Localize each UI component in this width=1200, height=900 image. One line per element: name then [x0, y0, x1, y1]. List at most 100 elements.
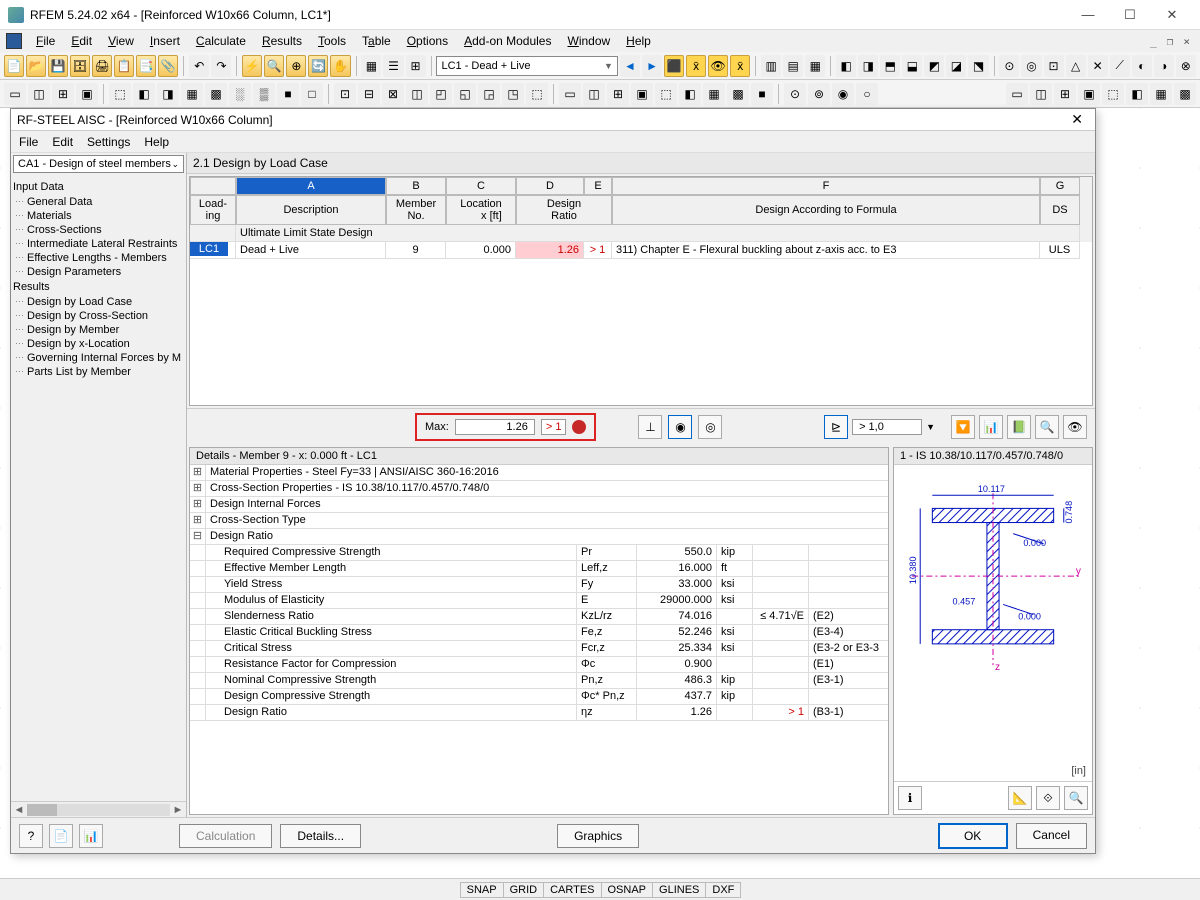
status-osnap[interactable]: OSNAP	[601, 882, 654, 898]
info-button[interactable]: ℹ	[898, 786, 922, 810]
dlg-menu-edit[interactable]: Edit	[52, 135, 73, 149]
section-btn-2[interactable]: ⟐	[1036, 786, 1060, 810]
status-grid[interactable]: GRID	[503, 882, 545, 898]
tb-list-icon[interactable]: ☰	[383, 55, 403, 77]
tree-item[interactable]: Effective Lengths - Members	[13, 251, 184, 265]
tb-b9-icon[interactable]: ⊗	[1176, 55, 1196, 77]
details-group[interactable]: ⊞Cross-Section Type	[190, 513, 888, 529]
tb-m1-icon[interactable]: ▥	[761, 55, 781, 77]
scroll-right-icon[interactable]: ►	[170, 804, 186, 816]
tb-a1-icon[interactable]: ◧	[836, 55, 856, 77]
filter-icon[interactable]: ⊵	[824, 415, 848, 439]
details-row[interactable]: Modulus of ElasticityE29000.000ksi	[190, 593, 888, 609]
tree-item[interactable]: Design by Load Case	[13, 295, 184, 309]
tb-a6-icon[interactable]: ◪	[946, 55, 966, 77]
details-row[interactable]: Design Compressive StrengthΦc* Pn,z437.7…	[190, 689, 888, 705]
tb-copy-icon[interactable]: 📑	[136, 55, 156, 77]
dialog-close-icon[interactable]: ✕	[1065, 111, 1089, 128]
tree-input-header[interactable]: Input Data	[13, 179, 184, 195]
tb2-p-icon[interactable]: ⊠	[382, 83, 404, 105]
tb-print-icon[interactable]: 🖨	[92, 55, 112, 77]
tb2-g-icon[interactable]: ◨	[157, 83, 179, 105]
tb2-q-icon[interactable]: ◫	[406, 83, 428, 105]
tb2-n-icon[interactable]: ⊡	[334, 83, 356, 105]
mdi-minimize[interactable]: _	[1146, 35, 1161, 48]
tb2-w-icon[interactable]: ▭	[559, 83, 581, 105]
tb2-j-icon[interactable]: ░	[229, 83, 251, 105]
tb2-ag-icon[interactable]: ⊚	[808, 83, 830, 105]
tb-a7-icon[interactable]: ⬔	[968, 55, 988, 77]
tb2-r2-icon[interactable]: ◫	[1030, 83, 1052, 105]
details-row[interactable]: Design Ratioηz1.26> 1(B3-1)	[190, 705, 888, 721]
menu-results[interactable]: Results	[256, 32, 308, 50]
col-c-header[interactable]: C	[446, 177, 516, 195]
tree-item[interactable]: General Data	[13, 195, 184, 209]
tb-b6-icon[interactable]: ⟋	[1110, 55, 1130, 77]
cancel-button[interactable]: Cancel	[1016, 823, 1087, 849]
tb2-r8-icon[interactable]: ▩	[1174, 83, 1196, 105]
details-row[interactable]: Resistance Factor for CompressionΦc0.900…	[190, 657, 888, 673]
tb2-ab-icon[interactable]: ◧	[679, 83, 701, 105]
tb-b7-icon[interactable]: ◐	[1132, 55, 1152, 77]
tb-res2-icon[interactable]: x̄	[686, 55, 706, 77]
tree-item[interactable]: Intermediate Lateral Restraints	[13, 237, 184, 251]
export-button[interactable]: 📄	[49, 824, 73, 848]
graphics-button[interactable]: Graphics	[557, 824, 639, 848]
tree-item[interactable]: Parts List by Member	[13, 365, 184, 379]
tb-a4-icon[interactable]: ⬓	[902, 55, 922, 77]
tb-res3-icon[interactable]: 👁	[708, 55, 728, 77]
tb-b8-icon[interactable]: ◑	[1154, 55, 1174, 77]
tb-b2-icon[interactable]: ◎	[1021, 55, 1041, 77]
filter-btn-3[interactable]: 📗	[1007, 415, 1031, 439]
menu-tools[interactable]: Tools	[312, 32, 352, 50]
status-snap[interactable]: SNAP	[460, 882, 504, 898]
case-combo[interactable]: CA1 - Design of steel members ⌄	[13, 155, 184, 173]
filter-btn-5[interactable]: 👁	[1063, 415, 1087, 439]
menu-edit[interactable]: Edit	[65, 32, 98, 50]
tb-zoomall-icon[interactable]: ⊕	[286, 55, 306, 77]
tb2-b-icon[interactable]: ◫	[28, 83, 50, 105]
tb-open-icon[interactable]: 📂	[26, 55, 46, 77]
tb-a5-icon[interactable]: ◩	[924, 55, 944, 77]
details-row[interactable]: Elastic Critical Buckling StressFe,z52.2…	[190, 625, 888, 641]
tree-results-header[interactable]: Results	[13, 279, 184, 295]
tool-btn-2[interactable]: ◉	[668, 415, 692, 439]
status-cartes[interactable]: CARTES	[543, 882, 601, 898]
tree-item[interactable]: Cross-Sections	[13, 223, 184, 237]
expand-icon[interactable]: ⊞	[190, 497, 206, 512]
tb-a3-icon[interactable]: ⬒	[880, 55, 900, 77]
tb-b3-icon[interactable]: ⊡	[1044, 55, 1064, 77]
col-e-header[interactable]: E	[584, 177, 612, 195]
tb-redo-icon[interactable]: ↷	[211, 55, 231, 77]
menu-addon[interactable]: Add-on Modules	[458, 32, 557, 50]
tb-new-icon[interactable]: 📄	[4, 55, 24, 77]
tb2-i-icon[interactable]: ▩	[205, 83, 227, 105]
filter-btn-2[interactable]: 📊	[979, 415, 1003, 439]
mdi-sys-icon[interactable]	[6, 33, 22, 49]
col-d-header[interactable]: D	[516, 177, 584, 195]
tb-prev-icon[interactable]: ◄	[620, 55, 640, 77]
tb2-v-icon[interactable]: ⬚	[526, 83, 548, 105]
tb2-r4-icon[interactable]: ▣	[1078, 83, 1100, 105]
tb-table-icon[interactable]: ▦	[361, 55, 381, 77]
tb2-d-icon[interactable]: ▣	[76, 83, 98, 105]
tb-zoom-icon[interactable]: 🔍	[264, 55, 284, 77]
ok-button[interactable]: OK	[938, 823, 1008, 849]
tb2-o-icon[interactable]: ⊟	[358, 83, 380, 105]
col-g-header[interactable]: G	[1040, 177, 1080, 195]
menu-view[interactable]: View	[102, 32, 140, 50]
tb-m3-icon[interactable]: ▦	[805, 55, 825, 77]
window-close-button[interactable]: ✕	[1152, 1, 1192, 29]
tb2-h-icon[interactable]: ▦	[181, 83, 203, 105]
expand-icon[interactable]: ⊞	[190, 481, 206, 496]
tb2-r7-icon[interactable]: ▦	[1150, 83, 1172, 105]
menu-insert[interactable]: Insert	[144, 32, 186, 50]
tb-a2-icon[interactable]: ◨	[858, 55, 878, 77]
tree-item[interactable]: Materials	[13, 209, 184, 223]
loadcase-combo[interactable]: LC1 - Dead + Live ▼	[436, 56, 617, 76]
maximize-button[interactable]: ☐	[1110, 1, 1150, 29]
tb2-m-icon[interactable]: □	[301, 83, 323, 105]
tree-item[interactable]: Governing Internal Forces by M	[13, 351, 184, 365]
details-button[interactable]: Details...	[280, 824, 361, 848]
details-group[interactable]: ⊞Cross-Section Properties - IS 10.38/10.…	[190, 481, 888, 497]
